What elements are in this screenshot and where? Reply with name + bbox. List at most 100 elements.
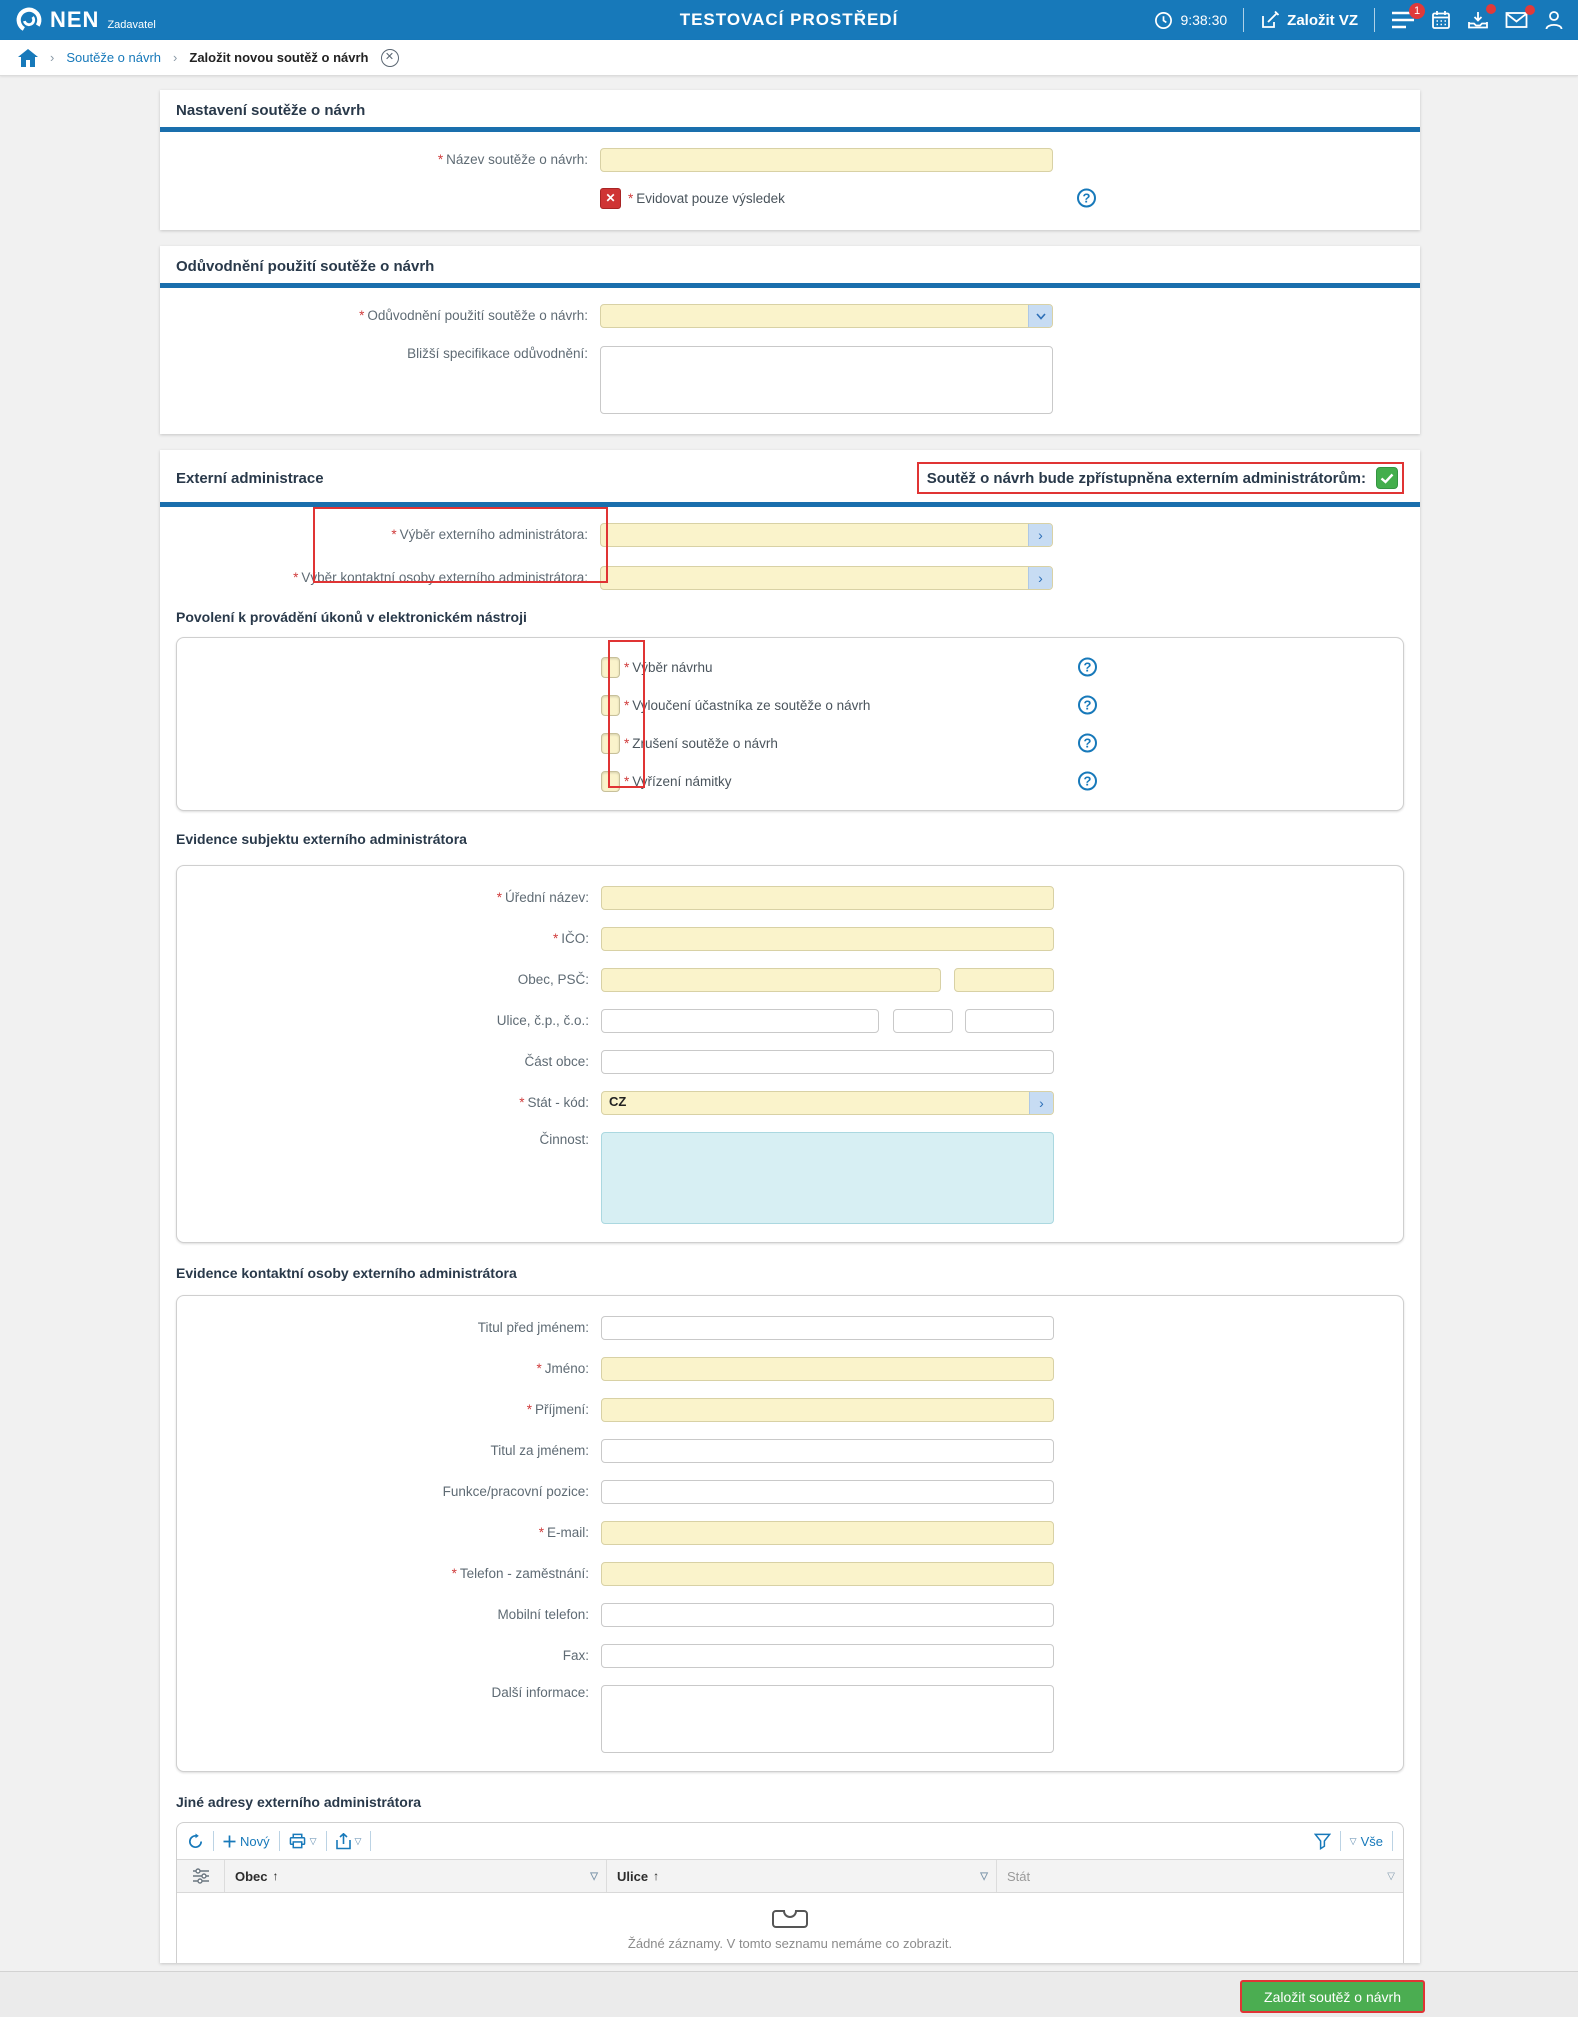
help-icon[interactable]: ? xyxy=(1078,695,1097,715)
required-marker: * xyxy=(437,152,444,167)
required-marker: * xyxy=(538,1525,544,1540)
email-input[interactable] xyxy=(601,1521,1054,1545)
divider xyxy=(1339,1831,1341,1851)
chevron-right-icon[interactable]: › xyxy=(1028,524,1052,546)
cp-input[interactable] xyxy=(893,1009,953,1033)
mail-button[interactable] xyxy=(1505,5,1535,29)
titul-pred-input[interactable] xyxy=(601,1316,1054,1340)
chevron-right-icon[interactable]: › xyxy=(1029,1092,1053,1114)
checkbox-label: * Evidovat pouze výsledek xyxy=(628,190,785,206)
chevron-down-icon[interactable] xyxy=(1028,305,1052,327)
breadcrumb-home-icon[interactable] xyxy=(18,48,38,67)
subsection-title: Evidence subjektu externího administráto… xyxy=(176,831,467,847)
checkbox-label: * Vyloučení účastníka ze soutěže o návrh xyxy=(624,697,871,713)
column-header-stat[interactable]: Stát ▽ xyxy=(997,1860,1403,1892)
chevron-right-icon[interactable]: › xyxy=(1028,567,1052,589)
nazev-souteze-input[interactable] xyxy=(600,148,1053,172)
external-admin-banner: Soutěž o návrh bude zpřístupněna externí… xyxy=(916,462,1404,494)
telefon-zamestnani-input[interactable] xyxy=(601,1562,1054,1586)
section-title: Nastavení soutěže o návrh xyxy=(176,102,366,119)
zruseni-souteze-checkbox[interactable] xyxy=(601,732,620,754)
plus-icon xyxy=(223,1835,236,1847)
filter-scope-dropdown[interactable]: ▽ Vše xyxy=(1350,1834,1383,1849)
section-oduvodneni: Odůvodnění použití soutěže o návrh * Odův… xyxy=(160,246,1420,434)
grid-header-row: Obec ↑ ▽ Ulice ↑ ▽ Stát ▽ xyxy=(177,1859,1403,1893)
field-label: Mobilní telefon: xyxy=(497,1607,589,1622)
stat-kod-picker[interactable]: CZ › xyxy=(601,1091,1054,1115)
cast-obce-input[interactable] xyxy=(601,1050,1054,1074)
co-input[interactable] xyxy=(965,1009,1054,1033)
refresh-button[interactable] xyxy=(187,1832,204,1850)
column-header-ulice[interactable]: Ulice ↑ ▽ xyxy=(607,1860,997,1892)
new-record-button[interactable]: Nový xyxy=(223,1834,270,1849)
required-marker: * xyxy=(526,1402,532,1417)
help-icon[interactable]: ? xyxy=(1078,771,1097,791)
field-label: Činnost: xyxy=(539,1132,589,1147)
inbox-button[interactable] xyxy=(1467,4,1496,30)
calendar-button[interactable] xyxy=(1431,10,1451,30)
field-label: Obec, PSČ: xyxy=(517,972,589,987)
oduvodneni-select[interactable] xyxy=(600,304,1053,328)
external-admin-checkbox-checked[interactable] xyxy=(1376,467,1398,489)
chevron-down-icon[interactable]: ▽ xyxy=(310,1836,317,1847)
ico-input[interactable] xyxy=(601,927,1054,951)
field-label: * Výběr externího administrátora: xyxy=(391,527,588,542)
cinnost-textarea[interactable] xyxy=(601,1132,1054,1224)
vyber-kontaktni-osoby-picker[interactable]: › xyxy=(600,566,1053,590)
column-filter-icon[interactable]: ▽ xyxy=(980,1871,988,1882)
mobilni-telefon-input[interactable] xyxy=(601,1603,1054,1627)
required-marker: * xyxy=(624,697,630,713)
vyber-administratora-picker[interactable]: › xyxy=(600,523,1053,547)
filter-button[interactable] xyxy=(1313,1833,1331,1850)
breadcrumb-item-soutede[interactable]: Soutěže o návrh xyxy=(66,50,161,65)
vylouceni-ucastnika-checkbox[interactable] xyxy=(601,694,620,716)
jmeno-input[interactable] xyxy=(601,1357,1054,1381)
chevron-down-icon[interactable]: ▽ xyxy=(355,1836,362,1847)
sort-asc-icon: ↑ xyxy=(272,1869,279,1883)
print-button[interactable]: ▽ xyxy=(289,1833,317,1849)
evidovat-checkbox-unchecked[interactable]: ✕ xyxy=(600,187,621,209)
column-filter-icon[interactable]: ▽ xyxy=(590,1871,598,1882)
footer-bar: Založit soutěž o návrh xyxy=(0,1971,1578,2017)
column-header-obec[interactable]: Obec ↑ ▽ xyxy=(225,1860,607,1892)
required-marker: * xyxy=(293,570,299,585)
required-marker: * xyxy=(624,773,630,789)
field-label: * Jméno: xyxy=(536,1361,589,1376)
help-icon[interactable]: ? xyxy=(1078,733,1097,753)
column-settings-button[interactable] xyxy=(177,1860,225,1892)
dalsi-informace-textarea[interactable] xyxy=(601,1685,1054,1753)
close-tab-icon[interactable]: ✕ xyxy=(380,48,399,67)
field-label: * Stát - kód: xyxy=(519,1095,589,1110)
required-marker: * xyxy=(359,308,365,323)
section-title: Externí administrace xyxy=(176,469,324,487)
titul-za-input[interactable] xyxy=(601,1439,1054,1463)
fax-input[interactable] xyxy=(601,1644,1054,1668)
create-vz-label: Založit VZ xyxy=(1287,11,1358,29)
menu-button[interactable]: 1 xyxy=(1391,3,1425,29)
user-button[interactable] xyxy=(1544,10,1564,30)
submit-button[interactable]: Založit soutěž o návrh xyxy=(1240,1980,1425,2013)
psc-input[interactable] xyxy=(954,968,1054,992)
sort-asc-icon: ↑ xyxy=(653,1869,660,1883)
chevron-right-icon: › xyxy=(50,50,55,65)
export-button[interactable]: ▽ xyxy=(335,1832,362,1850)
ulice-input[interactable] xyxy=(601,1009,879,1033)
required-marker: * xyxy=(624,735,630,751)
obec-input[interactable] xyxy=(601,968,941,992)
uredni-nazev-input[interactable] xyxy=(601,886,1054,910)
breadcrumb: › Soutěže o návrh › Založit novou soutěž… xyxy=(0,40,1578,76)
blizsi-specifikace-textarea[interactable] xyxy=(600,346,1053,414)
create-vz-button[interactable]: Založit VZ xyxy=(1260,10,1358,30)
help-icon[interactable]: ? xyxy=(1078,657,1097,677)
field-label: * E-mail: xyxy=(538,1525,589,1540)
help-icon[interactable]: ? xyxy=(1077,188,1096,208)
required-marker: * xyxy=(519,1095,525,1110)
vyrizeni-namitky-checkbox[interactable] xyxy=(601,770,620,792)
section-nastaveni: Nastavení soutěže o návrh * Název soutěže… xyxy=(160,90,1420,230)
nen-logo[interactable]: NEN Zadavatel xyxy=(14,1,156,39)
environment-title: TESTOVACÍ PROSTŘEDÍ xyxy=(679,10,899,29)
column-filter-icon[interactable]: ▽ xyxy=(1387,1871,1395,1882)
vyber-navrhu-checkbox[interactable] xyxy=(601,656,620,678)
prijmeni-input[interactable] xyxy=(601,1398,1054,1422)
funkce-input[interactable] xyxy=(601,1480,1054,1504)
